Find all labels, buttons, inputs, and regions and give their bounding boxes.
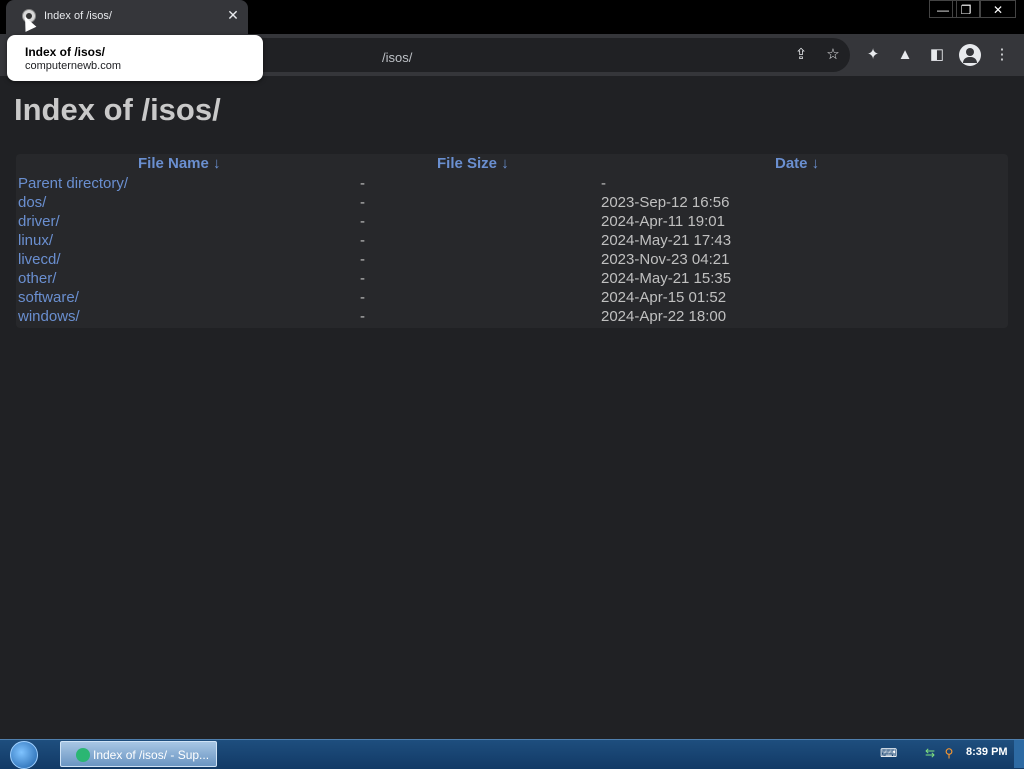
hover-card-host: computernewb.com bbox=[25, 60, 121, 72]
taskbar-button-label: Index of /isos/ - Sup... bbox=[93, 748, 210, 762]
directory-link[interactable]: software/ bbox=[18, 289, 79, 306]
column-header-date[interactable]: Date ↓ bbox=[775, 155, 819, 172]
labs-flask-icon[interactable]: ▲ bbox=[895, 45, 915, 65]
directory-link[interactable]: linux/ bbox=[18, 232, 53, 249]
close-window-button[interactable]: ✕ bbox=[980, 0, 1016, 18]
table-row: linux/ - 2024-May-21 17:43 bbox=[16, 232, 1008, 251]
file-date: - bbox=[601, 175, 606, 192]
browser-app-icon bbox=[76, 748, 90, 762]
directory-link[interactable]: windows/ bbox=[18, 308, 80, 325]
table-row: driver/ - 2024-Apr-11 19:01 bbox=[16, 213, 1008, 232]
restore-button[interactable]: ❐ bbox=[952, 0, 980, 18]
file-size: - bbox=[360, 194, 365, 211]
taskbar: Index of /isos/ - Sup... bbox=[0, 739, 1024, 769]
file-listing-table: File Name ↓ File Size ↓ Date ↓ Parent di… bbox=[16, 154, 1008, 328]
file-date: 2024-May-21 17:43 bbox=[601, 232, 732, 249]
table-row: windows/ - 2024-Apr-22 18:00 bbox=[16, 308, 1008, 327]
file-size: - bbox=[360, 270, 365, 287]
table-row: Parent directory/ - - bbox=[16, 175, 1008, 194]
table-row: dos/ - 2023-Sep-12 16:56 bbox=[16, 194, 1008, 213]
directory-link[interactable]: driver/ bbox=[18, 213, 60, 230]
address-text: /isos/ bbox=[382, 50, 413, 65]
file-date: 2023-Nov-23 04:21 bbox=[601, 251, 730, 268]
file-size: - bbox=[360, 308, 365, 325]
directory-link[interactable]: Parent directory/ bbox=[18, 175, 128, 192]
file-date: 2024-May-21 15:35 bbox=[601, 270, 732, 287]
side-panel-icon[interactable]: ◧ bbox=[927, 45, 947, 65]
tab-title: Index of /isos/ bbox=[44, 10, 112, 22]
file-size: - bbox=[360, 289, 365, 306]
bookmark-star-icon[interactable]: ☆ bbox=[823, 45, 843, 65]
tab-hover-card: Index of /isos/ computernewb.com bbox=[7, 35, 263, 81]
menu-kebab-icon[interactable]: ⋮ bbox=[992, 45, 1012, 65]
title-bar: Index of /isos/ ✕ — ❐ ✕ bbox=[0, 0, 1024, 34]
start-button-icon[interactable] bbox=[10, 741, 38, 769]
tab-close-icon[interactable]: ✕ bbox=[224, 6, 242, 24]
directory-link[interactable]: other/ bbox=[18, 270, 56, 287]
file-size: - bbox=[360, 232, 365, 249]
network-icon[interactable]: ⇆ bbox=[923, 747, 937, 759]
keyboard-icon[interactable]: ⌨ bbox=[880, 747, 897, 759]
taskbar-clock[interactable]: 8:39 PM bbox=[966, 746, 1008, 758]
taskbar-browser-button[interactable]: Index of /isos/ - Sup... bbox=[60, 741, 217, 767]
file-date: 2024-Apr-15 01:52 bbox=[601, 289, 727, 306]
table-row: software/ - 2024-Apr-15 01:52 bbox=[16, 289, 1008, 308]
show-desktop-button[interactable] bbox=[1014, 740, 1024, 768]
hover-card-title: Index of /isos/ bbox=[25, 45, 106, 59]
file-date: 2024-Apr-11 19:01 bbox=[601, 213, 725, 230]
share-icon[interactable]: ⇪ bbox=[791, 45, 811, 65]
table-row: livecd/ - 2023-Nov-23 04:21 bbox=[16, 251, 1008, 270]
directory-link[interactable]: livecd/ bbox=[18, 251, 61, 268]
profile-avatar-icon[interactable] bbox=[959, 44, 981, 66]
file-size: - bbox=[360, 213, 365, 230]
page-title: Index of /isos/ bbox=[14, 92, 221, 127]
column-header-file-name[interactable]: File Name ↓ bbox=[138, 155, 221, 172]
file-date: 2023-Sep-12 16:56 bbox=[601, 194, 730, 211]
file-size: - bbox=[360, 175, 365, 192]
extensions-icon[interactable]: ✦ bbox=[863, 45, 883, 65]
file-date: 2024-Apr-22 18:00 bbox=[601, 308, 727, 325]
directory-link[interactable]: dos/ bbox=[18, 194, 46, 211]
file-size: - bbox=[360, 251, 365, 268]
search-tray-icon[interactable]: ⚲ bbox=[942, 747, 956, 759]
table-row: other/ - 2024-May-21 15:35 bbox=[16, 270, 1008, 289]
browser-tab[interactable]: Index of /isos/ ✕ bbox=[6, 0, 248, 34]
column-header-file-size[interactable]: File Size ↓ bbox=[437, 155, 509, 172]
